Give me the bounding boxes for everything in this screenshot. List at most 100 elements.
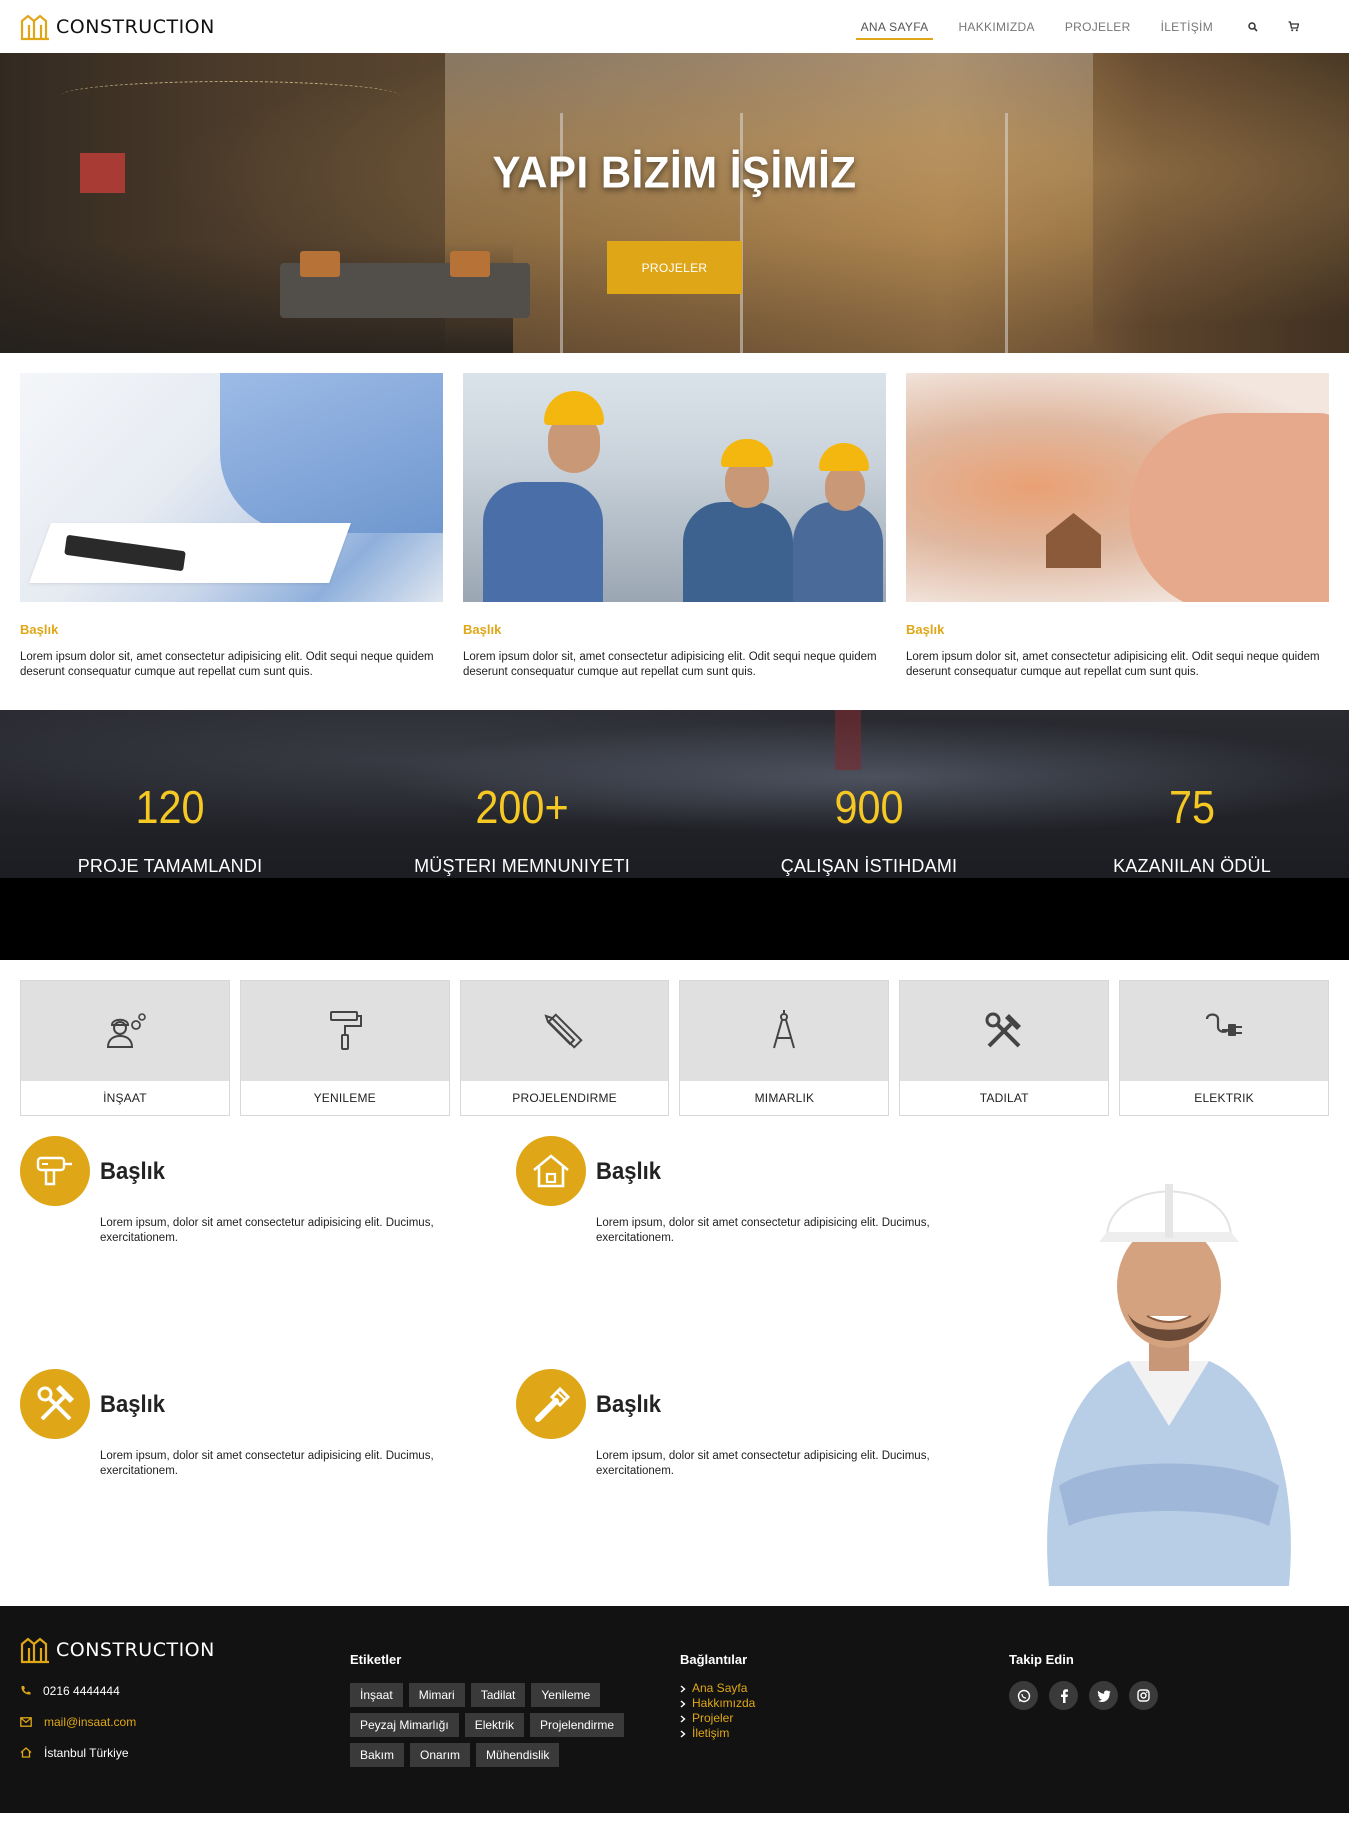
tag-item[interactable]: Elektrik [464,1713,525,1737]
stat-value: 200+ [475,781,569,833]
chevron-right-icon [680,1729,686,1738]
footer-link-label: Ana Sayfa [692,1681,748,1695]
card-image-detail [793,502,883,602]
feature-icon-circle [20,1369,90,1439]
footer-link-home[interactable]: Ana Sayfa [680,1681,755,1696]
footer-phone: 0216 4444444 [43,1683,120,1698]
tag-item[interactable]: Mühendislik [476,1743,560,1767]
feature-title: Başlık [596,1158,662,1185]
tag-item[interactable]: Projelendirme [530,1713,625,1737]
feature-icon-circle [516,1136,586,1206]
feature-icon-circle [516,1369,586,1439]
service-renovation[interactable]: YENILEME [239,980,450,1116]
mail-icon [20,1716,32,1727]
brand-logo[interactable]: CONSTRUCTION [20,13,215,41]
card-image-detail [483,482,603,602]
twitter-button[interactable] [1089,1681,1118,1710]
instagram-button[interactable] [1129,1681,1158,1710]
tag-item[interactable]: İnşaat [350,1683,403,1707]
service-construction[interactable]: İNŞAAT [20,980,230,1116]
footer-tags-heading: Etiketler [350,1652,402,1667]
phone-icon [21,1686,31,1695]
card-title: Başlık [463,622,502,637]
feature-icon-circle [20,1136,90,1206]
social-list [1009,1681,1158,1710]
service-icon-box [460,981,669,1081]
stat-item: 120 PROJE TAMAMLANDI [20,710,320,877]
nav-home[interactable]: ANA SAYFA [846,0,944,53]
footer-link-contact[interactable]: İletişim [680,1726,755,1741]
stat-value: 75 [1168,781,1216,833]
card-image-detail [544,391,604,425]
service-icon-box [1120,981,1328,1081]
nav-projects[interactable]: PROJELER [1050,0,1146,53]
nav-contact[interactable]: İLETİŞİM [1146,0,1228,53]
search-button[interactable] [1238,0,1268,53]
nav-about[interactable]: HAKKIMIZDA [943,0,1049,53]
feature-text: Lorem ipsum, dolor sit amet consectetur … [596,1217,930,1244]
service-label: YENILEME [240,1081,449,1115]
chevron-right-icon [680,1684,686,1693]
site-header: CONSTRUCTION ANA SAYFA HAKKIMIZDA PROJEL… [0,0,1349,53]
service-label: MIMARLIK [680,1081,889,1115]
card-image-key [906,373,1329,602]
plug-icon [1205,1013,1243,1036]
footer-email[interactable]: mail@insaat.com [44,1715,136,1729]
card-image-detail [1046,513,1101,568]
service-label: PROJELENDIRME [460,1081,669,1115]
stat-label: MÜŞTERI MEMNUNIYETI [414,856,630,876]
site-footer: CONSTRUCTION 0216 4444444 mail@insaat.co… [0,1606,1349,1813]
tag-list: İnşaat Mimari Tadilat Yenileme Peyzaj Mi… [350,1683,630,1767]
footer-social-heading: Takip Edin [1009,1652,1074,1667]
footer-contact: CONSTRUCTION 0216 4444444 mail@insaat.co… [20,1636,215,1761]
compass-icon [773,1010,796,1049]
footer-link-projects[interactable]: Projeler [680,1711,755,1726]
pipe-wrench-icon [535,1386,571,1422]
footer-brand-logo[interactable]: CONSTRUCTION [20,1636,215,1664]
card-text: Lorem ipsum dolor sit, amet consectetur … [463,651,877,678]
whatsapp-button[interactable] [1009,1681,1038,1710]
tag-item[interactable]: Onarım [410,1743,471,1767]
footer-links-heading: Bağlantılar [680,1652,748,1667]
brand-name: CONSTRUCTION [56,15,215,38]
service-label: İNŞAAT [21,1081,229,1115]
tag-item[interactable]: Peyzaj Mimarlığı [350,1713,459,1737]
card-image-detail [819,443,869,471]
house-icon [533,1154,569,1188]
facebook-button[interactable] [1049,1681,1078,1710]
card-title: Başlık [906,622,945,637]
service-icon-box [680,981,889,1081]
card-image-detail [1129,413,1329,602]
card-text: Lorem ipsum dolor sit, amet consectetur … [20,651,434,678]
tag-item[interactable]: Bakım [350,1743,405,1767]
card-image-workers [463,373,886,602]
footer-link-about[interactable]: Hakkımızda [680,1696,755,1711]
footer-tags: Etiketler İnşaat Mimari Tadilat Yenileme… [350,1636,630,1767]
main-nav: ANA SAYFA HAKKIMIZDA PROJELER İLETİŞİM [846,0,1309,53]
instagram-icon [1137,1689,1150,1702]
footer-links: Bağlantılar Ana Sayfa Hakkımızda Projele… [680,1636,755,1741]
chevron-right-icon [680,1699,686,1708]
info-cards: Başlık Lorem ipsum dolor sit, amet conse… [0,353,1349,710]
tools-icon [37,1385,74,1421]
card-image-detail [220,373,443,533]
service-label: ELEKTRIK [1120,1081,1328,1115]
footer-link-label: Projeler [692,1711,734,1725]
service-remodel[interactable]: TADILAT [899,980,1110,1116]
footer-email-row: mail@insaat.com [20,1713,215,1730]
footer-link-label: Hakkımızda [692,1696,756,1710]
tag-item[interactable]: Yenileme [531,1683,601,1707]
stats-section: 120 PROJE TAMAMLANDI 200+ MÜŞTERI MEMNUN… [0,710,1349,960]
tag-item[interactable]: Mimari [408,1683,465,1707]
info-card: Başlık Lorem ipsum dolor sit, amet conse… [906,373,1329,680]
cart-button[interactable] [1278,0,1309,53]
building-logo-icon [20,14,49,40]
hero-projects-button[interactable]: PROJELER [607,241,742,294]
service-electric[interactable]: ELEKTRIK [1119,980,1329,1116]
tag-item[interactable]: Tadilat [470,1683,526,1707]
stat-label: KAZANILAN ÖDÜL [1113,856,1271,876]
service-icon-box [240,981,449,1081]
service-design[interactable]: PROJELENDIRME [459,980,670,1116]
service-architecture[interactable]: MIMARLIK [679,980,890,1116]
paint-roller-icon [329,1011,362,1050]
